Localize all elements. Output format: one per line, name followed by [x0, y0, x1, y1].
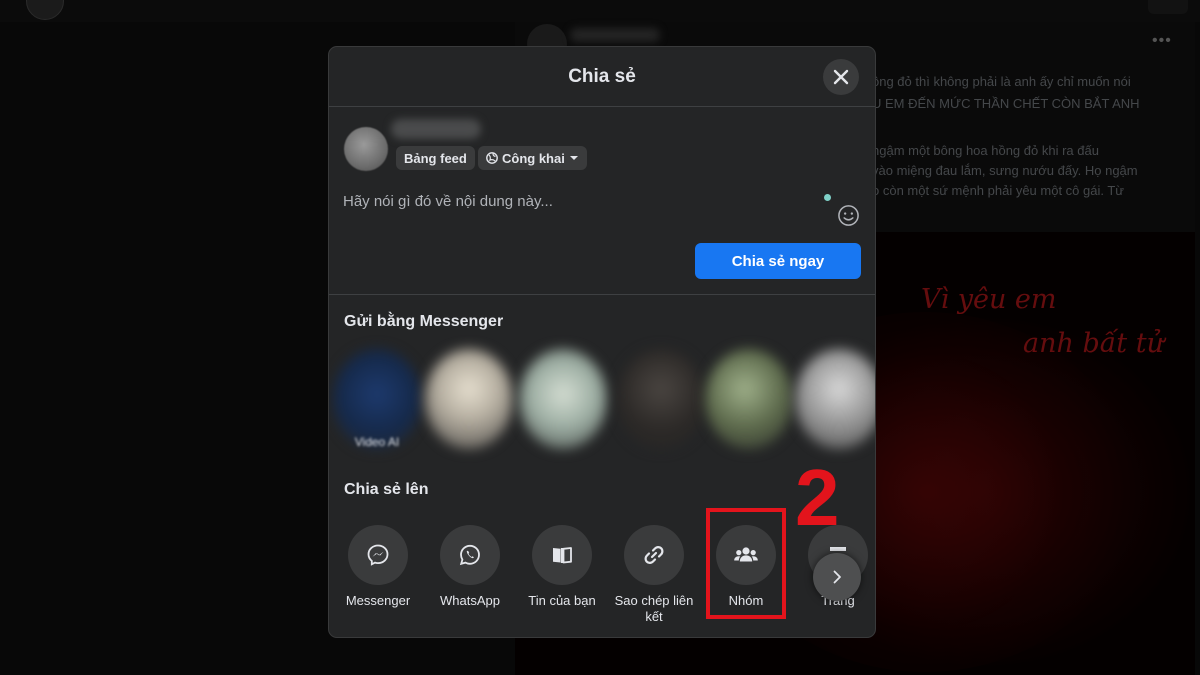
- contact-avatar: [795, 349, 875, 449]
- share-to-section-title: Chia sẻ lên: [344, 481, 429, 498]
- globe-icon: [486, 152, 498, 164]
- messenger-contact[interactable]: [515, 343, 611, 469]
- feed-chip[interactable]: Bảng feed: [396, 146, 475, 170]
- contact-avatar: [519, 349, 607, 449]
- top-bar-button[interactable]: [1148, 0, 1188, 14]
- profile-avatar[interactable]: [26, 0, 64, 20]
- post-text-line: o còn một sứ mệnh phải yêu một cô gái. T…: [872, 183, 1125, 198]
- dialog-header: Chia sẻ: [329, 47, 875, 107]
- contact-avatar: [705, 349, 793, 449]
- step-number: 2: [795, 453, 840, 542]
- contact-avatar: [617, 349, 705, 449]
- share-option-label: Tin của bạn: [528, 593, 596, 608]
- messenger-section-title: Gửi bằng Messenger: [344, 313, 504, 330]
- close-button[interactable]: [823, 59, 859, 95]
- post-text-line: ồng đỏ thì không phải là anh ấy chỉ muốn…: [872, 74, 1131, 89]
- share-option-circle: [440, 525, 500, 585]
- chevron-right-icon: [833, 570, 841, 584]
- share-option-label: WhatsApp: [440, 593, 500, 608]
- contact-avatar: [333, 349, 421, 449]
- image-script-line: anh bất tử: [1023, 328, 1164, 359]
- next-options-button[interactable]: [813, 553, 861, 601]
- divider: [329, 294, 875, 295]
- messenger-icon: [367, 544, 389, 566]
- share-now-button[interactable]: Chia sẻ ngay: [695, 243, 861, 279]
- caret-down-icon: [569, 156, 578, 160]
- post-text-line: U EM ĐẾN MỨC THẦN CHẾT CÒN BẮT ANH: [872, 96, 1140, 111]
- more-dots-icon[interactable]: •••: [1152, 32, 1172, 50]
- feed-chip-label: Bảng feed: [404, 150, 467, 166]
- share-option-label: Sao chép liên kết: [614, 593, 694, 624]
- dialog-title: Chia sẻ: [568, 66, 636, 87]
- post-text-line: vào miệng đau lắm, sưng nướu đấy. Họ ngậ…: [872, 163, 1138, 178]
- group-icon: [734, 547, 758, 562]
- share-option-circle: [532, 525, 592, 585]
- post-text-line: ngậm một bông hoa hồng đỏ khi ra đấu: [872, 143, 1099, 158]
- status-dot: [824, 194, 831, 201]
- close-icon: [833, 69, 849, 85]
- smiley-icon[interactable]: [837, 204, 860, 227]
- share-option-label: Messenger: [345, 593, 411, 608]
- top-bar: [0, 0, 1200, 22]
- contact-avatar: [425, 349, 513, 449]
- messenger-contact[interactable]: [701, 343, 797, 469]
- share-option-circle: [348, 525, 408, 585]
- audience-label: Công khai: [502, 150, 565, 166]
- contact-name: Video AI: [354, 435, 400, 449]
- messenger-contact[interactable]: Video AI: [329, 343, 425, 469]
- audience-selector[interactable]: Công khai: [478, 146, 587, 170]
- user-avatar: [344, 127, 388, 171]
- story-book-icon: [553, 547, 572, 564]
- share-option-circle: [716, 525, 776, 585]
- messenger-contact[interactable]: [613, 343, 709, 469]
- user-name-blurred: [391, 119, 481, 139]
- messenger-contact[interactable]: [791, 343, 875, 469]
- whatsapp-icon: [459, 544, 480, 566]
- messenger-contact[interactable]: [421, 343, 517, 469]
- share-option-label: Nhóm: [728, 593, 764, 608]
- link-icon: [644, 546, 664, 564]
- image-script-line: Vì yêu em: [921, 284, 1057, 315]
- share-message-input[interactable]: [343, 187, 813, 215]
- post-author-name-blurred: [570, 28, 660, 42]
- share-option-circle: [624, 525, 684, 585]
- share-dialog: Chia sẻ Bảng feed Công khai Chia sẻ ngay…: [328, 46, 876, 638]
